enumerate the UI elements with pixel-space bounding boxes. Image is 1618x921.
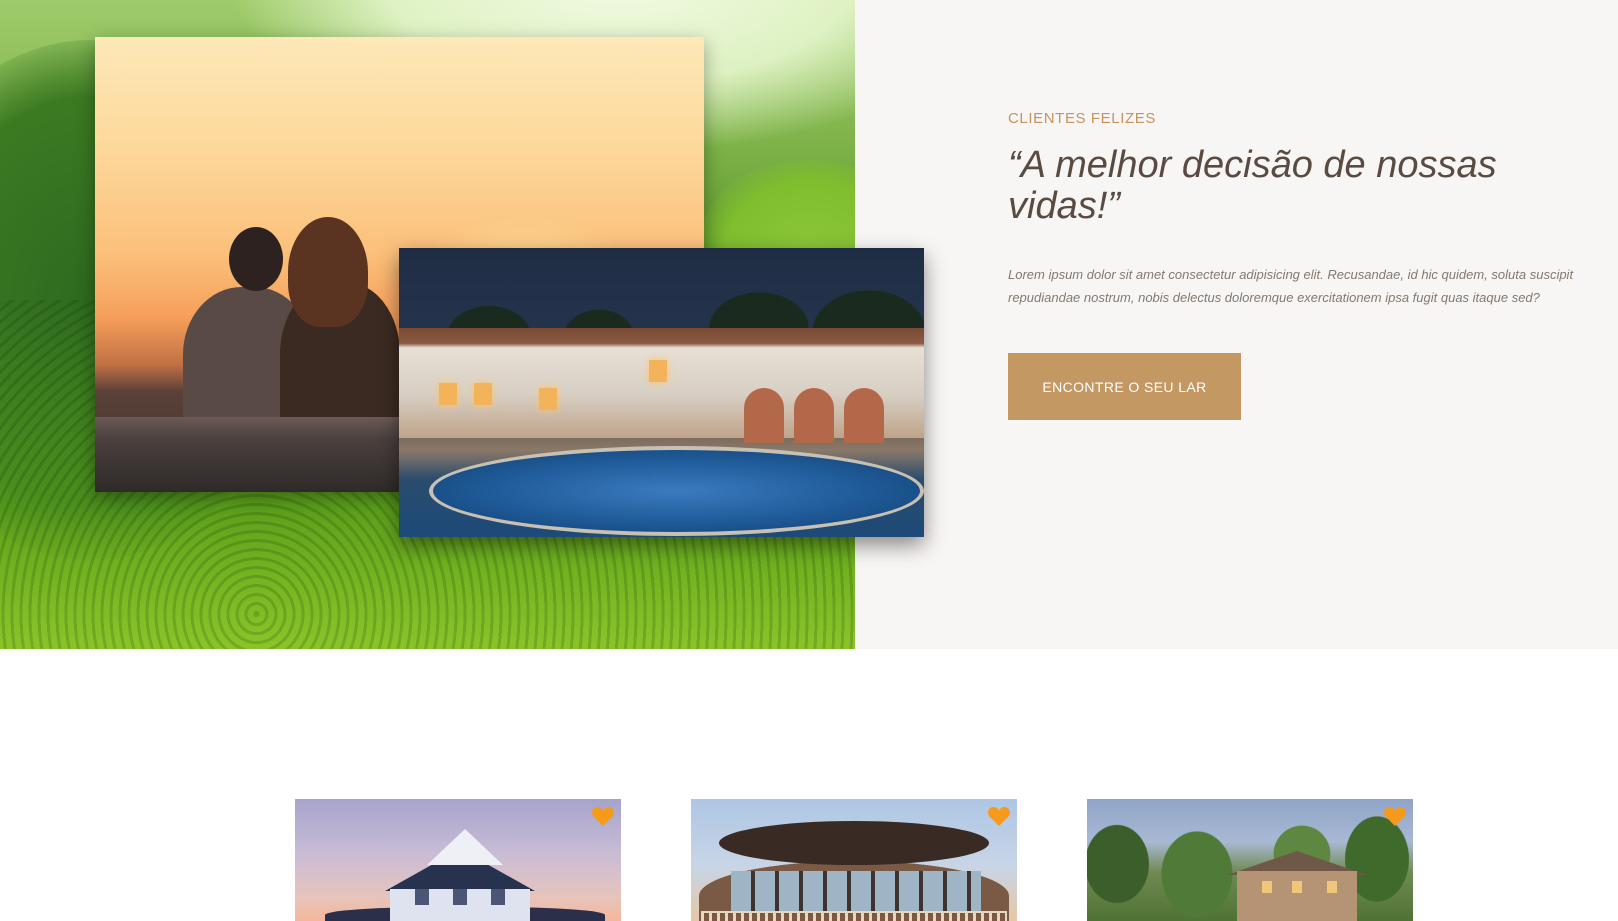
villa-pool-photo [399,248,924,537]
house-window [1327,881,1337,893]
find-home-button[interactable]: ENCONTRE O SEU LAR [1008,353,1241,420]
villa-window [539,388,557,410]
man-head [229,227,283,291]
house-window [1292,881,1302,893]
testimonial-text: CLIENTES FELIZES “A melhor decisão de no… [1008,110,1618,309]
villa-arch [744,388,784,443]
woman-head [288,217,368,327]
heart-icon[interactable] [1383,805,1407,827]
villa-window [439,383,457,405]
heart-icon[interactable] [987,805,1011,827]
property-card[interactable] [295,799,621,921]
property-card[interactable] [1087,799,1413,921]
testimonial-section: CLIENTES FELIZES “A melhor decisão de no… [0,0,1618,649]
villa-arch [844,388,884,443]
testimonial-headline: “A melhor decisão de nossas vidas!” [1008,144,1497,227]
heart-icon[interactable] [591,805,615,827]
house-gable [427,829,503,865]
balcony-railing [701,911,1007,921]
property-card[interactable] [691,799,1017,921]
house-window [415,889,429,905]
villa-arch [794,388,834,443]
building-glass-wall [731,871,981,911]
house-window [491,889,505,905]
house-window [1262,881,1272,893]
swimming-pool [429,446,924,536]
house-window [453,889,467,905]
villa-window [474,383,492,405]
testimonial-body: Lorem ipsum dolor sit amet consectetur a… [1008,267,1574,305]
section-eyebrow: CLIENTES FELIZES [1008,110,1156,127]
house-body [1237,871,1357,921]
villa-window [649,360,667,382]
building-roof-disc [719,821,989,865]
